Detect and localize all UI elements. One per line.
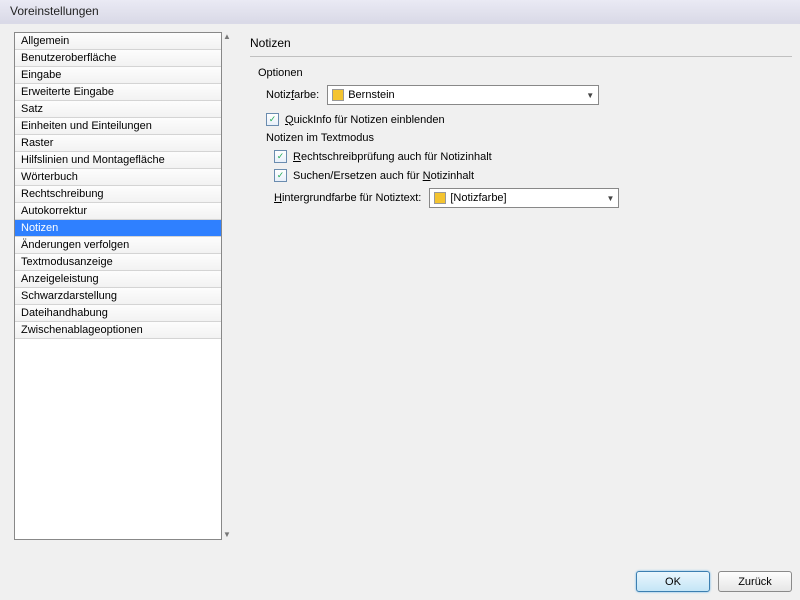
sidebar-item[interactable]: Rechtschreibung bbox=[15, 186, 221, 203]
divider bbox=[250, 56, 792, 57]
bg-color-label: Hintergrundfarbe für Notiztext: bbox=[274, 192, 421, 204]
window-title: Voreinstellungen bbox=[10, 4, 99, 18]
note-color-label: Notizfarbe: bbox=[266, 89, 319, 101]
checkbox-icon: ✓ bbox=[274, 169, 287, 182]
sidebar-item[interactable]: Textmodusanzeige bbox=[15, 254, 221, 271]
note-color-value: Bernstein bbox=[348, 89, 580, 101]
chevron-down-icon: ▼ bbox=[586, 91, 594, 100]
category-list[interactable]: AllgemeinBenutzeroberflächeEingabeErweit… bbox=[14, 32, 222, 540]
checkbox-icon: ✓ bbox=[274, 150, 287, 163]
note-color-dropdown[interactable]: Bernstein ▼ bbox=[327, 85, 599, 105]
sidebar-item[interactable]: Zwischenablageoptionen bbox=[15, 322, 221, 339]
preferences-panel: ▲ AllgemeinBenutzeroberflächeEingabeErwe… bbox=[0, 24, 800, 600]
sidebar-item[interactable]: Dateihandhabung bbox=[15, 305, 221, 322]
scroll-up-icon[interactable]: ▲ bbox=[222, 32, 232, 42]
sidebar-item[interactable]: Benutzeroberfläche bbox=[15, 50, 221, 67]
spellcheck-checkbox-row[interactable]: ✓ Rechtschreibprüfung auch für Notizinha… bbox=[274, 150, 792, 163]
main-pane: Notizen Optionen Notizfarbe: Bernstein ▼… bbox=[250, 32, 792, 592]
sidebar-item[interactable]: Einheiten und Einteilungen bbox=[15, 118, 221, 135]
sidebar-item[interactable]: Satz bbox=[15, 101, 221, 118]
back-button[interactable]: Zurück bbox=[718, 571, 792, 592]
sidebar-item[interactable]: Raster bbox=[15, 135, 221, 152]
options-group: Optionen Notizfarbe: Bernstein ▼ ✓ Quick… bbox=[258, 67, 792, 208]
sidebar-item[interactable]: Hilfslinien und Montagefläche bbox=[15, 152, 221, 169]
sidebar-item[interactable]: Schwarzdarstellung bbox=[15, 288, 221, 305]
sidebar-item[interactable]: Autokorrektur bbox=[15, 203, 221, 220]
window-titlebar: Voreinstellungen bbox=[0, 0, 800, 26]
bg-color-value: [Notizfarbe] bbox=[450, 192, 600, 204]
spellcheck-label: Rechtschreibprüfung auch für Notizinhalt bbox=[293, 151, 492, 163]
bg-color-dropdown[interactable]: [Notizfarbe] ▼ bbox=[429, 188, 619, 208]
quickinfo-label: QuickInfo für Notizen einblenden bbox=[285, 114, 445, 126]
color-swatch-icon bbox=[434, 192, 446, 204]
quickinfo-checkbox-row[interactable]: ✓ QuickInfo für Notizen einblenden bbox=[266, 113, 792, 126]
content-area: ▲ AllgemeinBenutzeroberflächeEingabeErwe… bbox=[0, 24, 800, 600]
chevron-down-icon: ▼ bbox=[606, 194, 614, 203]
options-label: Optionen bbox=[258, 67, 792, 79]
sidebar-item[interactable]: Anzeigeleistung bbox=[15, 271, 221, 288]
note-color-row: Notizfarbe: Bernstein ▼ bbox=[266, 85, 792, 105]
dialog-footer: OK Zurück bbox=[636, 571, 792, 592]
textmode-group: Notizen im Textmodus ✓ Rechtschreibprüfu… bbox=[266, 132, 792, 208]
color-swatch-icon bbox=[332, 89, 344, 101]
ok-button[interactable]: OK bbox=[636, 571, 710, 592]
bg-color-row: Hintergrundfarbe für Notiztext: [Notizfa… bbox=[274, 188, 792, 208]
sidebar-wrap: ▲ AllgemeinBenutzeroberflächeEingabeErwe… bbox=[14, 32, 232, 592]
sidebar-item[interactable]: Erweiterte Eingabe bbox=[15, 84, 221, 101]
search-replace-label: Suchen/Ersetzen auch für Notizinhalt bbox=[293, 170, 474, 182]
sidebar-item[interactable]: Änderungen verfolgen bbox=[15, 237, 221, 254]
page-title: Notizen bbox=[250, 36, 792, 50]
scroll-down-icon[interactable]: ▼ bbox=[222, 530, 232, 540]
search-replace-checkbox-row[interactable]: ✓ Suchen/Ersetzen auch für Notizinhalt bbox=[274, 169, 792, 182]
checkbox-icon: ✓ bbox=[266, 113, 279, 126]
textmode-label: Notizen im Textmodus bbox=[266, 132, 792, 144]
sidebar-item[interactable]: Wörterbuch bbox=[15, 169, 221, 186]
sidebar-item[interactable]: Allgemein bbox=[15, 33, 221, 50]
sidebar-item[interactable]: Eingabe bbox=[15, 67, 221, 84]
sidebar-item[interactable]: Notizen bbox=[15, 220, 221, 237]
